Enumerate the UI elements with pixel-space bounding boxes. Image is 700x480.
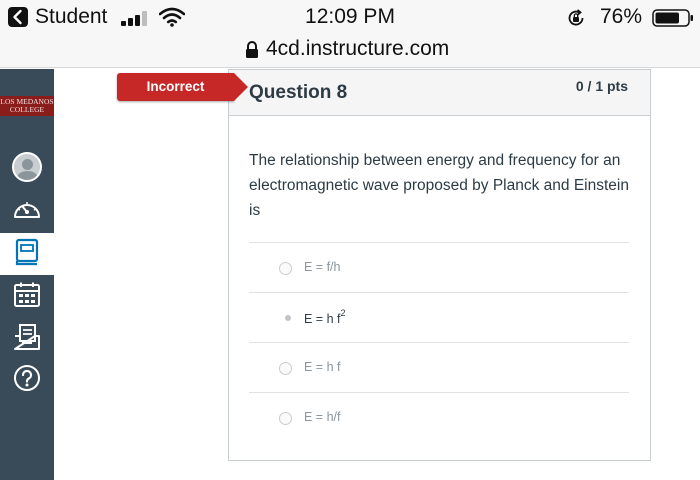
nav-calendar[interactable] bbox=[0, 276, 54, 318]
browser-url-bar[interactable]: 4cd.instructure.com bbox=[0, 34, 700, 68]
answer-label-exponent: 2 bbox=[340, 308, 346, 318]
nav-courses[interactable] bbox=[0, 233, 54, 275]
question-title: Question 8 bbox=[249, 82, 348, 103]
answer-radio[interactable] bbox=[279, 362, 292, 375]
nav-account[interactable] bbox=[0, 146, 54, 188]
answer-option[interactable]: E = h f bbox=[249, 342, 629, 392]
answer-label: E = h f2 bbox=[304, 308, 346, 327]
url-text[interactable]: 4cd.instructure.com bbox=[266, 37, 449, 61]
question-points: 0 / 1 pts bbox=[575, 78, 628, 94]
incorrect-result-tag: Incorrect bbox=[117, 73, 248, 101]
inbox-icon bbox=[13, 323, 41, 356]
question-text: The relationship between energy and freq… bbox=[249, 152, 629, 219]
nav-inbox[interactable] bbox=[0, 318, 54, 360]
question-card: Question 8 0 / 1 pts The relationship be… bbox=[228, 69, 651, 461]
selected-answer-marker bbox=[285, 315, 291, 321]
nav-help[interactable] bbox=[0, 359, 54, 401]
answer-radio[interactable] bbox=[279, 262, 292, 275]
answer-option[interactable]: E = h/f bbox=[249, 392, 629, 442]
answer-option-selected[interactable]: E = h f2 bbox=[249, 292, 629, 342]
answer-label: E = f/h bbox=[304, 260, 341, 274]
logo-line-2: COLLEGE bbox=[9, 105, 45, 114]
courses-book-icon bbox=[15, 238, 39, 271]
calendar-icon bbox=[13, 281, 41, 314]
question-header: Question 8 0 / 1 pts bbox=[229, 70, 650, 116]
dashboard-gauge-icon bbox=[12, 198, 42, 227]
answer-option[interactable]: E = f/h bbox=[249, 242, 629, 292]
answer-label: E = h f bbox=[304, 360, 341, 374]
battery-icon bbox=[652, 9, 694, 32]
avatar bbox=[12, 152, 42, 182]
global-navigation-sidebar: LOS MEDANOS COLLEGE bbox=[0, 69, 54, 480]
rotation-lock-icon bbox=[566, 8, 586, 33]
college-logo[interactable]: LOS MEDANOS COLLEGE bbox=[0, 96, 54, 116]
answer-label: E = h/f bbox=[304, 410, 341, 424]
battery-percentage: 76% bbox=[600, 5, 643, 28]
status-time: 12:09 PM bbox=[305, 5, 395, 28]
ios-status-bar: Student 12:09 PM 76% bbox=[0, 0, 700, 34]
answer-label-base: E = h f bbox=[304, 312, 341, 327]
help-icon bbox=[13, 364, 41, 397]
nav-dashboard[interactable] bbox=[0, 191, 54, 233]
answer-radio[interactable] bbox=[279, 412, 292, 425]
lock-icon bbox=[244, 40, 260, 65]
